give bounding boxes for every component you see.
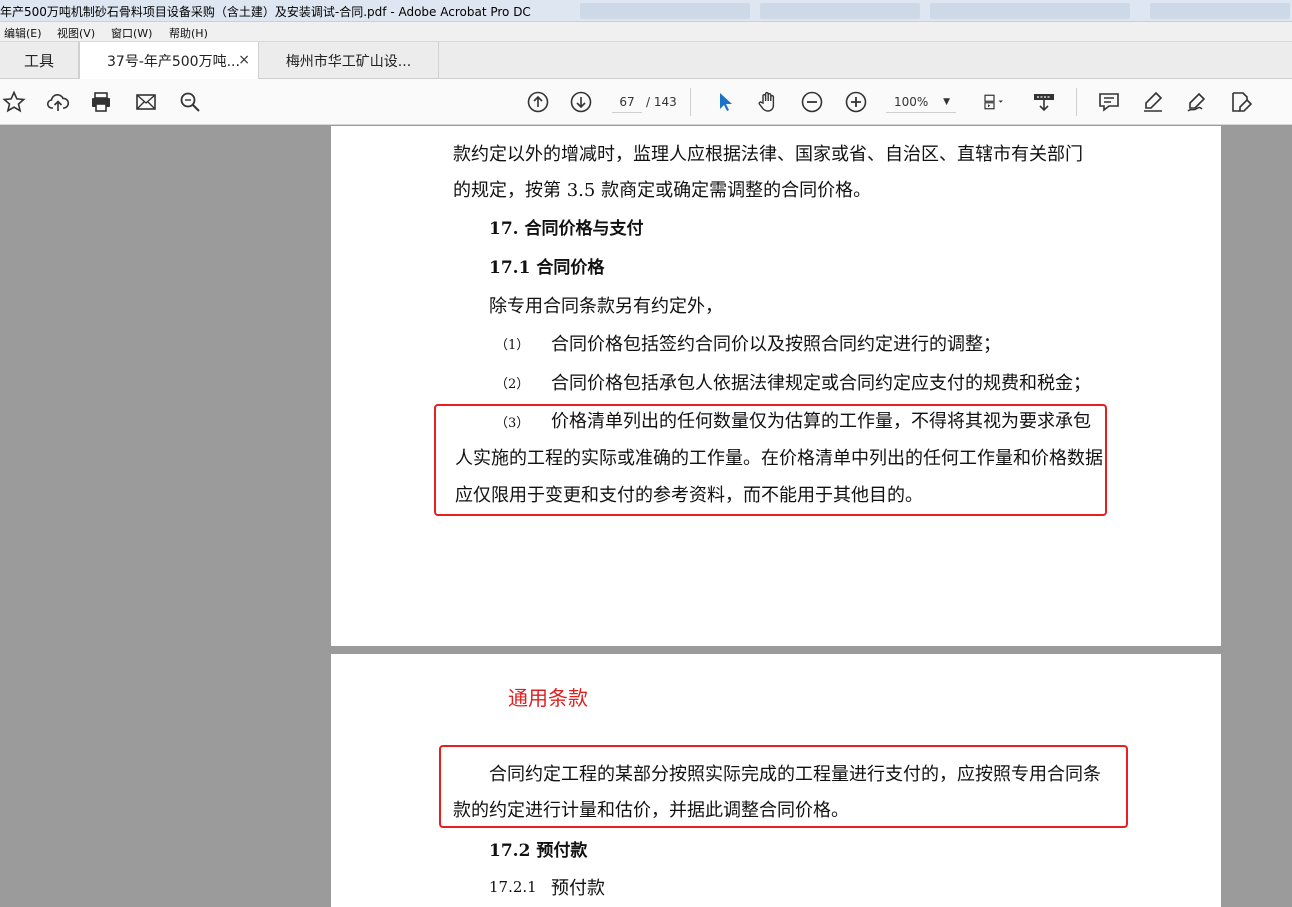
body-text: 合同价格包括承包人依据法律规定或合同约定应支付的规费和税金；: [551, 373, 1091, 394]
taskbar-ghost: [580, 3, 750, 19]
menu-view[interactable]: 视图(V): [57, 25, 95, 41]
taskbar-ghost: [1150, 3, 1290, 19]
menu-edit[interactable]: 编辑(E): [4, 25, 42, 41]
tab-tools[interactable]: 工具: [0, 42, 79, 79]
zoom-out-icon[interactable]: [798, 88, 826, 116]
tab-document-2[interactable]: 梅州市华工矿山设...: [259, 42, 439, 79]
tab-document-label: 37号-年产500万吨...: [107, 54, 240, 70]
chevron-down-icon: ▼: [943, 97, 950, 107]
body-text: 合同价格包括签约合同价以及按照合同约定进行的调整；: [551, 334, 1001, 355]
body-text: 价格清单列出的任何数量仅为估算的工作量，不得将其视为要求承包: [551, 411, 1091, 432]
page-up-icon[interactable]: [524, 88, 552, 116]
zoom-in-icon[interactable]: [842, 88, 870, 116]
pdf-page: 通用条款 合同约定工程的某部分按照实际完成的工程量进行支付的，应按照专用合同条 …: [331, 654, 1221, 907]
select-cursor-icon[interactable]: [711, 88, 739, 116]
body-text: 的规定，按第 3.5 款商定或确定需调整的合同价格。: [453, 180, 872, 201]
document-viewer[interactable]: 款约定以外的增减时，监理人应根据法律、国家或省、自治区、直辖市有关部门 的规定，…: [0, 126, 1292, 907]
body-text: 人实施的工程的实际或准确的工作量。在价格清单中列出的任何工作量和价格数据: [455, 448, 1103, 469]
tab-document-active[interactable]: 37号-年产500万吨... ×: [79, 42, 259, 80]
taskbar-ghost: [760, 3, 920, 19]
zoom-select[interactable]: 100% ▼: [886, 91, 956, 113]
red-annotation-title: 通用条款: [508, 686, 588, 710]
page-layout-icon[interactable]: [974, 88, 1014, 116]
mail-icon[interactable]: [132, 88, 160, 116]
body-text: 应仅限用于变更和支付的参考资料，而不能用于其他目的。: [455, 485, 923, 506]
body-text: 款的约定进行计量和估价，并据此调整合同价格。: [453, 800, 849, 821]
item-number: （2）: [495, 377, 530, 392]
toolbar-divider: [1076, 88, 1077, 116]
menu-bar: 编辑(E) 视图(V) 窗口(W) 帮助(H): [0, 22, 1292, 42]
star-icon[interactable]: [0, 88, 28, 116]
print-icon[interactable]: [87, 88, 115, 116]
menu-window[interactable]: 窗口(W): [111, 25, 152, 41]
pdf-page: 款约定以外的增减时，监理人应根据法律、国家或省、自治区、直辖市有关部门 的规定，…: [331, 126, 1221, 646]
close-icon[interactable]: ×: [238, 52, 250, 68]
body-text: 预付款: [551, 878, 605, 899]
tab-bar: 工具 37号-年产500万吨... × 梅州市华工矿山设...: [0, 42, 1292, 80]
page-down-icon[interactable]: [567, 88, 595, 116]
toolbar-divider: [690, 88, 691, 116]
menu-help[interactable]: 帮助(H): [169, 25, 208, 41]
tab-document-2-label: 梅州市华工矿山设...: [285, 53, 412, 70]
title-bar: 年产500万吨机制砂石骨料项目设备采购（含土建）及安装调试-合同.pdf - A…: [0, 0, 1292, 22]
item-number: （1）: [495, 338, 530, 353]
tab-tools-label: 工具: [23, 52, 54, 70]
zoom-value: 100%: [894, 95, 929, 109]
section-heading: 17.2 预付款: [489, 841, 588, 861]
cloud-upload-icon[interactable]: [44, 88, 72, 116]
body-text: 款约定以外的增减时，监理人应根据法律、国家或省、自治区、直辖市有关部门: [453, 144, 1083, 165]
edit-icon[interactable]: [1227, 88, 1255, 116]
window-title: 年产500万吨机制砂石骨料项目设备采购（含土建）及安装调试-合同.pdf - A…: [0, 5, 531, 19]
toolbar: 67 / 143 100% ▼: [0, 79, 1292, 125]
taskbar-ghost: [930, 3, 1130, 19]
page-number-input[interactable]: 67: [612, 91, 642, 113]
body-text: 合同约定工程的某部分按照实际完成的工程量进行支付的，应按照专用合同条: [489, 764, 1101, 785]
item-number: （3）: [495, 416, 530, 431]
body-text: 除专用合同条款另有约定外，: [489, 296, 723, 317]
highlight-icon[interactable]: [1139, 88, 1167, 116]
search-icon[interactable]: [176, 88, 204, 116]
sign-icon[interactable]: [1183, 88, 1211, 116]
section-heading: 17. 合同价格与支付: [489, 219, 644, 239]
comment-icon[interactable]: [1095, 88, 1123, 116]
page-total: / 143: [646, 95, 677, 109]
section-heading: 17.1 合同价格: [489, 258, 605, 278]
hand-icon[interactable]: [754, 88, 782, 116]
subsection-number: 17.2.1: [489, 878, 537, 896]
scroll-mode-icon[interactable]: [1030, 88, 1058, 116]
